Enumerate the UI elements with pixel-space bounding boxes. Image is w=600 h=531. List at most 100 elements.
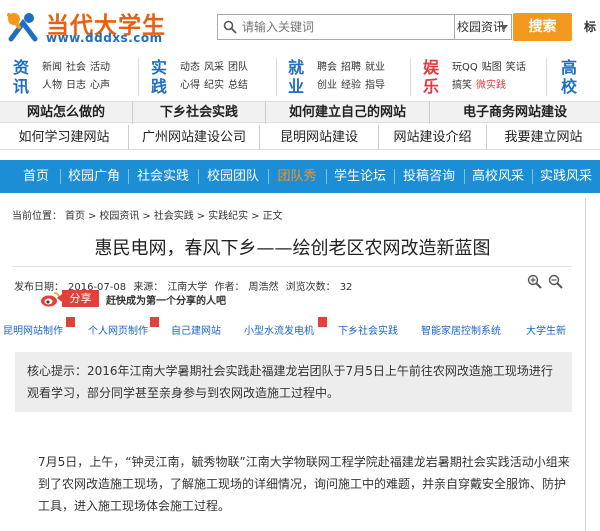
featured-link[interactable]: 下乡社会实践 (133, 102, 266, 124)
category-title[interactable]: 就业 (283, 58, 309, 96)
sponsored-link[interactable]: 大学生新 (526, 322, 566, 337)
logo-url[interactable]: www.dddxs.com (46, 31, 163, 45)
category-link[interactable]: 纪实 (204, 80, 224, 91)
secondary-link[interactable]: 广州网站建设公司 (129, 125, 260, 150)
category-links: 聘会 招聘 就业 创业 经验 指导 (317, 59, 417, 95)
category-title[interactable]: 资讯 (8, 58, 34, 96)
category-link[interactable]: 动态 (180, 62, 200, 73)
breadcrumb-sep: > (196, 211, 206, 222)
category-link[interactable]: 人物 (42, 80, 62, 91)
nav-item-practice-style[interactable]: 实践风采 (532, 160, 600, 193)
nav-item-team-show[interactable]: 团队秀 (268, 160, 326, 193)
sponsored-link[interactable]: 个人网页制作 (88, 322, 148, 337)
nav-item-teams[interactable]: 校园团队 (198, 160, 268, 193)
article-summary: 核心提示：2016年江南大学暑期社会实践赴福建龙岩团队于7月5日上午前往农网改造… (15, 352, 572, 412)
search-box (217, 14, 455, 40)
breadcrumb-sep: > (142, 211, 151, 222)
search-input[interactable] (242, 16, 392, 38)
meta-author: 周浩然 (248, 282, 279, 293)
category-link[interactable]: 日志 (66, 80, 86, 91)
category-link[interactable]: 就业 (365, 62, 385, 73)
category-link[interactable]: 搞笑 (452, 80, 472, 91)
category-link[interactable]: 笑话 (506, 62, 526, 73)
divider (138, 58, 139, 96)
sponsored-link[interactable]: 昆明网站制作 (3, 322, 63, 337)
category-link[interactable]: 活动 (90, 62, 110, 73)
sponsored-link[interactable]: 智能家居控制系统 (421, 322, 501, 337)
category-link[interactable]: 玩QQ (452, 62, 478, 73)
nav-item-colleges[interactable]: 高校风采 (464, 160, 532, 193)
secondary-link[interactable]: 我要建立网站 (487, 125, 600, 150)
category-shijian: 实践 动态 风采 团队 心得 纪实 总结 (146, 56, 264, 98)
featured-link[interactable]: 网站怎么做的 (0, 102, 133, 124)
secondary-links-row: 如何学习建网站 广州网站建设公司 昆明网站建设 网站建设介绍 我要建立网站 (0, 125, 600, 150)
category-link[interactable]: 总结 (228, 80, 248, 91)
content-border (585, 198, 586, 531)
featured-link[interactable]: 电子商务网站建设 (430, 102, 600, 124)
zoom-out-icon[interactable] (548, 274, 563, 289)
meta-views-label: 浏览次数： (285, 282, 336, 293)
summary-text: 2016年江南大学暑期社会实践赴福建龙岩团队于7月5日上午前往农网改造施工现场进… (27, 364, 553, 400)
share-tip: 赶快成为第一个分享的人吧 (106, 296, 226, 307)
secondary-link[interactable]: 昆明网站建设 (260, 125, 379, 150)
category-link-highlight[interactable]: 微实践 (476, 80, 506, 91)
category-strip: 资讯 新闻 社会 活动 人物 日志 心声 实践 动态 风采 团队 心得 纪实 总结 就业 聘会招… (0, 56, 600, 98)
category-links: 动态 风采 团队 心得 纪实 总结 (180, 59, 280, 95)
ad-badge (318, 317, 327, 327)
category-link[interactable]: 指导 (365, 80, 385, 91)
category-zixun: 资讯 新闻 社会 活动 人物 日志 心声 (8, 56, 126, 98)
category-link[interactable]: 心声 (90, 80, 110, 91)
article-paragraph: 7月5日，上午，“钟灵江南，毓秀物联”江南大学物联网工程学院赴福建龙岩暑期社会实… (38, 455, 570, 513)
breadcrumb-link[interactable]: 社会实践 (154, 211, 194, 222)
divider (546, 58, 547, 96)
caret-down-icon (500, 25, 508, 30)
search-button[interactable]: 搜索 (513, 13, 572, 41)
share-button[interactable]: 分享 (62, 290, 99, 307)
category-link[interactable]: 招聘 (341, 62, 361, 73)
nav-item-forum[interactable]: 学生论坛 (326, 160, 394, 193)
divider (12, 266, 572, 267)
breadcrumb-current: 正文 (262, 211, 283, 222)
secondary-link[interactable]: 网站建设介绍 (379, 125, 487, 150)
category-title[interactable]: 实践 (146, 58, 172, 96)
breadcrumb-link[interactable]: 首页 (65, 211, 85, 222)
nav-item-home[interactable]: 首页 (12, 160, 60, 193)
ad-badge (150, 317, 159, 327)
breadcrumb-link[interactable]: 实践纪实 (208, 211, 248, 222)
nav-item-submit[interactable]: 投稿咨询 (394, 160, 464, 193)
category-link[interactable]: 聘会 (317, 62, 337, 73)
category-yule: 娱乐 玩QQ 贴图 笑话 搞笑 微实践 (418, 56, 536, 98)
divider (276, 58, 277, 96)
category-link[interactable]: 团队 (228, 62, 248, 73)
zoom-in-icon[interactable] (527, 274, 542, 289)
category-link[interactable]: 新闻 (42, 62, 62, 73)
breadcrumb-sep: > (251, 211, 260, 222)
sponsored-link[interactable]: 小型水流发电机 (244, 322, 314, 337)
secondary-link[interactable]: 如何学习建网站 (0, 125, 129, 150)
sponsored-link[interactable]: 下乡社会实践 (338, 322, 398, 337)
logo-mark-icon[interactable] (5, 9, 41, 43)
category-link[interactable]: 创业 (317, 80, 337, 91)
category-link[interactable]: 社会 (66, 62, 86, 73)
search-scope-select[interactable]: 校园资讯 (455, 14, 512, 40)
search-icon (223, 20, 237, 34)
category-gaoxiao: 高校 (556, 56, 596, 98)
category-title[interactable]: 高校 (556, 58, 582, 96)
breadcrumb-label: 当前位置： (12, 211, 62, 222)
breadcrumb-link[interactable]: 校园资讯 (99, 211, 139, 222)
category-links: 新闻 社会 活动 人物 日志 心声 (42, 59, 142, 95)
category-link[interactable]: 经验 (341, 80, 361, 91)
main-nav: 首页 校园广角 社会实践 校园团队 团队秀 学生论坛 投稿咨询 高校风采 实践风… (0, 160, 600, 193)
meta-views: 32 (339, 282, 353, 293)
ad-badge (66, 317, 75, 327)
header-extra-link[interactable]: 标 (584, 18, 596, 35)
category-title[interactable]: 娱乐 (418, 58, 444, 96)
breadcrumb: 当前位置： 首页 > 校园资讯 > 社会实践 > 实践纪实 > 正文 (12, 207, 286, 222)
category-link[interactable]: 贴图 (482, 62, 502, 73)
featured-link[interactable]: 如何建立自己的网站 (266, 102, 430, 124)
sponsored-link[interactable]: 自己建网站 (171, 322, 221, 337)
nav-item-campus[interactable]: 校园广角 (60, 160, 128, 193)
nav-item-practice[interactable]: 社会实践 (128, 160, 198, 193)
category-link[interactable]: 心得 (180, 80, 200, 91)
category-link[interactable]: 风采 (204, 62, 224, 73)
